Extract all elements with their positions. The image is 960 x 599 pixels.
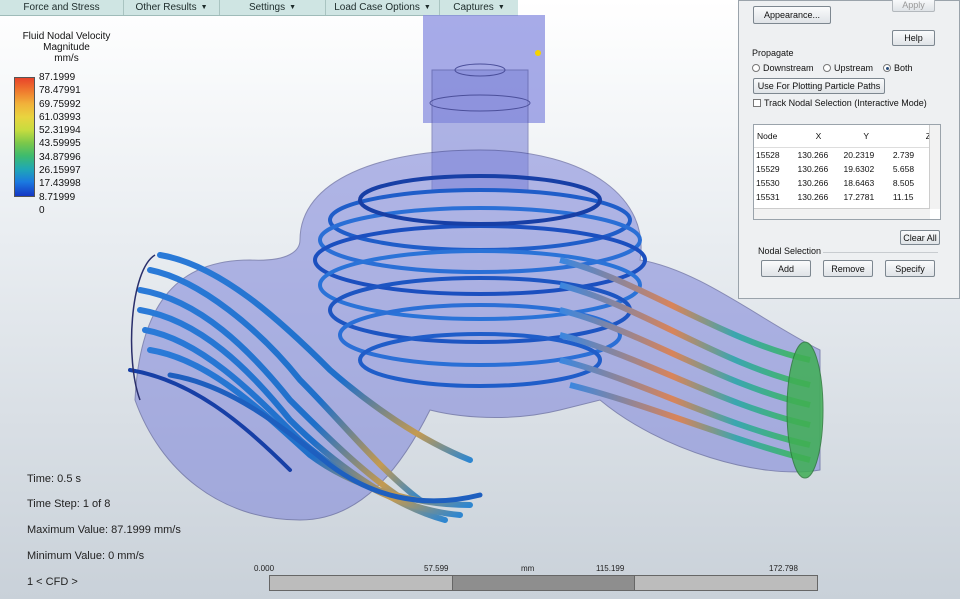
scale-segment [270,576,453,590]
appearance-button[interactable]: Appearance... [753,6,831,24]
help-button[interactable]: Help [892,30,935,46]
table-cell: 19.6302 [843,164,875,174]
table-cell: 130.266 [797,164,829,174]
table-row[interactable]: 15529 130.266 19.6302 5.658 [754,162,932,176]
radio-label: Upstream [834,63,874,73]
table-cell: 11.15 [892,192,914,202]
column-header[interactable]: X [795,125,842,148]
radio-selected-icon [883,64,891,72]
time-step-readout: Time Step: 1 of 8 [27,498,111,510]
time-readout: Time: 0.5 s [27,473,81,485]
remove-button[interactable]: Remove [823,260,873,277]
column-header[interactable]: Node [754,125,796,148]
table-cell: 15530 [756,178,780,188]
legend-value: 69.75992 [39,98,81,110]
radio-downstream[interactable]: Downstream [752,63,814,73]
column-header[interactable]: Z [890,125,932,148]
legend-unit: mm/s [54,53,79,64]
table-horizontal-scrollbar[interactable] [754,208,930,219]
radio-both[interactable]: Both [883,63,913,73]
table-cell: 130.266 [797,150,829,160]
legend-value: 43.59995 [39,138,81,150]
legend-title-line2: Magnitude [43,42,90,53]
legend-title-line1: Fluid Nodal Velocity [22,31,111,42]
radio-circle-icon [823,64,831,72]
min-value-readout: Minimum Value: 0 mm/s [27,550,145,562]
radio-upstream[interactable]: Upstream [823,63,873,73]
column-header[interactable]: Y [841,125,891,148]
scale-tick: 115.199 [596,564,625,573]
max-value-readout: Maximum Value: 87.1999 mm/s [27,524,181,536]
legend-title: Fluid Nodal Velocity Magnitude mm/s [14,31,119,64]
table-cell: 17.2781 [843,192,875,202]
table-cell: 20.2319 [843,150,875,160]
page-navigator[interactable]: 1 < CFD > [27,576,78,588]
legend-value: 0 [39,204,45,216]
table-header-row: Node X Y Z [754,125,932,148]
table-cell: 5.658 [892,164,915,174]
legend-value: 34.87996 [39,151,81,163]
use-for-plotting-button[interactable]: Use For Plotting Particle Paths [753,78,885,94]
checkbox-icon [753,99,761,107]
scale-unit: mm [521,564,535,573]
table-cell: 15528 [756,150,780,160]
table-cell: 15531 [756,192,780,202]
scale-bar [269,575,818,591]
track-nodal-checkbox[interactable]: Track Nodal Selection (Interactive Mode) [753,98,927,108]
legend-value: 26.15997 [39,165,81,177]
clear-all-button[interactable]: Clear All [900,230,940,245]
add-button[interactable]: Add [761,260,811,277]
scale-segment [635,576,818,590]
node-table: Node X Y Z 15528 130.266 20.2319 2.739 1… [753,124,941,220]
legend-value: 52.31994 [39,125,81,137]
legend-values: 87.1999 78.47991 69.75992 61.03993 52.31… [39,72,99,218]
checkbox-label: Track Nodal Selection (Interactive Mode) [764,98,927,108]
table-cell: 15529 [756,164,780,174]
table-cell: 2.739 [892,150,915,160]
radio-label: Both [894,63,913,73]
radio-circle-icon [752,64,760,72]
legend-color-bar [14,77,35,197]
specify-button[interactable]: Specify [885,260,935,277]
scale-tick: 172.798 [769,564,798,573]
particle-path-panel: Appearance... Apply Help Propagate Downs… [738,0,960,299]
group-divider [823,252,938,253]
legend-value: 8.71999 [39,191,76,203]
apply-button[interactable]: Apply [892,0,935,12]
table-row[interactable]: 15530 130.266 18.6463 8.505 [754,176,932,190]
legend-value: 78.47991 [39,85,81,97]
table-cell: 130.266 [797,192,829,202]
legend-value: 61.03993 [39,111,81,123]
table-row[interactable]: 15531 130.266 17.2781 11.15 [754,190,932,204]
table-vertical-scrollbar[interactable] [929,125,940,209]
scale-tick: 0.000 [254,564,275,573]
table-cell: 8.505 [892,178,915,188]
scale-tick: 57.599 [424,564,449,573]
table-row[interactable]: 15528 130.266 20.2319 2.739 [754,148,932,163]
legend-value: 87.1999 [39,72,76,83]
table-cell: 18.6463 [843,178,875,188]
propagate-label: Propagate [752,48,794,58]
legend-value: 17.43998 [39,178,81,190]
radio-label: Downstream [763,63,814,73]
table-cell: 130.266 [797,178,829,188]
outlet-face [786,341,824,479]
scale-segment [452,576,636,590]
nodal-selection-label: Nodal Selection [758,246,822,256]
